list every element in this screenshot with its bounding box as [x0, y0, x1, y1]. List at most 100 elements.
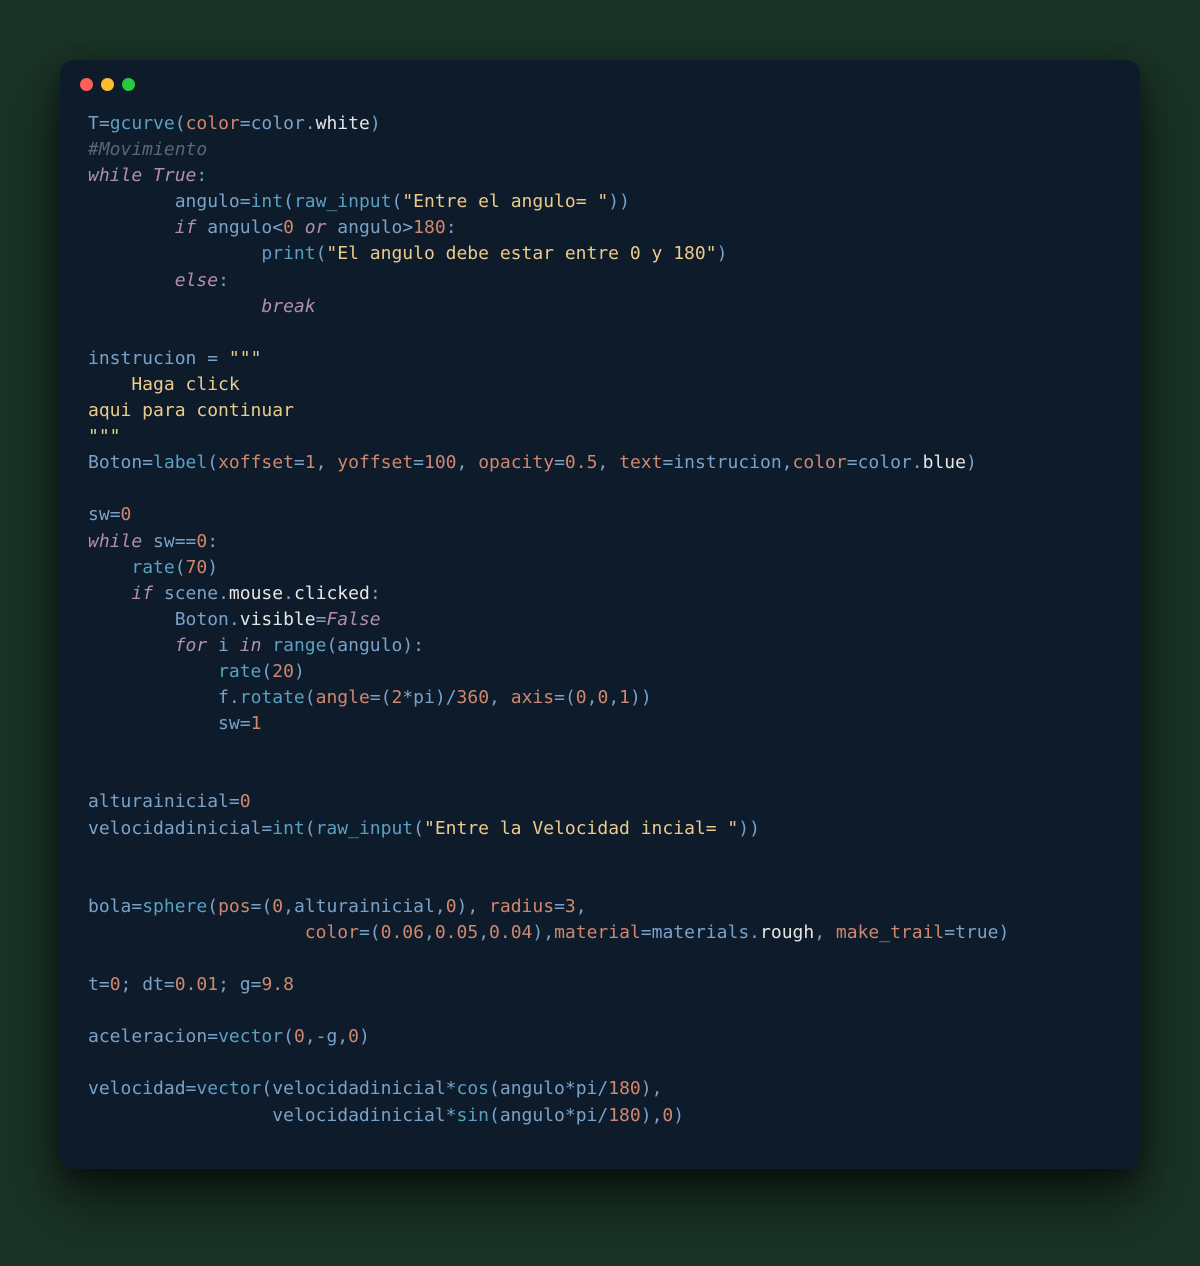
code-token: . — [305, 113, 316, 134]
code-token: 0.06 — [381, 922, 424, 943]
code-token: raw_input — [316, 818, 414, 839]
code-token: . — [283, 583, 294, 604]
code-token: """ — [229, 348, 262, 369]
code-token: color — [793, 452, 847, 473]
code-token: color — [858, 452, 912, 473]
code-token: : — [207, 531, 218, 552]
code-token: 0 — [294, 1026, 305, 1047]
code-token: )) — [608, 191, 630, 212]
code-token: print — [261, 243, 315, 264]
maximize-icon[interactable] — [122, 78, 135, 91]
code-token: angle — [316, 687, 370, 708]
code-token: color — [186, 113, 240, 134]
code-token: pi — [576, 1105, 598, 1126]
code-token: for — [175, 635, 208, 656]
code-token: if — [131, 583, 153, 604]
code-token: angulo — [326, 217, 402, 238]
code-token: ( — [316, 243, 327, 264]
code-token: while — [88, 165, 142, 186]
code-token: (angulo): — [326, 635, 424, 656]
code-token: 0 — [196, 531, 207, 552]
code-token: if — [175, 217, 197, 238]
code-token: * — [446, 1105, 457, 1126]
code-token: ( — [305, 818, 316, 839]
code-token: = — [554, 452, 565, 473]
code-token: cos — [457, 1078, 490, 1099]
code-token: t — [88, 974, 99, 995]
code-token: 0.04 — [489, 922, 532, 943]
code-token: = — [240, 191, 251, 212]
code-token: Haga click — [88, 374, 240, 395]
close-icon[interactable] — [80, 78, 93, 91]
code-token: 0 — [283, 217, 294, 238]
code-token: angulo — [175, 191, 240, 212]
code-token: False — [326, 609, 380, 630]
code-token: 0 — [240, 791, 251, 812]
code-token: == — [175, 531, 197, 552]
code-token: pi — [576, 1078, 598, 1099]
code-token: velocidadinicial — [88, 818, 261, 839]
code-token: . — [229, 687, 240, 708]
code-token: Boton — [175, 609, 229, 630]
code-token: ( — [370, 922, 381, 943]
code-token — [261, 635, 272, 656]
code-token: ), — [532, 922, 554, 943]
code-token: gcurve — [110, 113, 175, 134]
code-token: ) — [359, 1026, 370, 1047]
code-token: 2 — [391, 687, 402, 708]
code-token: rough — [760, 922, 814, 943]
code-token: ( — [175, 557, 186, 578]
code-token: * — [565, 1078, 576, 1099]
code-token: bola — [88, 896, 131, 917]
code-token: Boton — [88, 452, 142, 473]
code-token: 0.05 — [435, 922, 478, 943]
code-token: sin — [456, 1105, 489, 1126]
code-token: sw — [88, 504, 110, 525]
code-token: material — [554, 922, 641, 943]
code-token: sphere — [142, 896, 207, 917]
code-token: )) — [738, 818, 760, 839]
code-token: : — [196, 165, 207, 186]
code-token: . — [749, 922, 760, 943]
code-token: angulo — [196, 217, 272, 238]
code-indent — [88, 583, 131, 604]
code-token: = — [359, 922, 370, 943]
minimize-icon[interactable] — [101, 78, 114, 91]
code-token: , — [424, 922, 435, 943]
code-token: radius — [489, 896, 554, 917]
code-token: = — [207, 348, 218, 369]
code-token: = — [164, 974, 175, 995]
code-indent — [88, 270, 175, 291]
code-token: = — [240, 713, 251, 734]
code-token: velocidad — [88, 1078, 186, 1099]
code-token: rate — [218, 661, 261, 682]
code-token: color — [305, 922, 359, 943]
code-indent — [88, 243, 261, 264]
code-token: ( — [175, 113, 186, 134]
code-token: = — [99, 113, 110, 134]
code-token: ( — [381, 687, 392, 708]
code-token: = — [186, 1078, 197, 1099]
code-token: )) — [630, 687, 652, 708]
window-titlebar — [60, 60, 1140, 99]
code-token: ,alturainicial, — [283, 896, 446, 917]
code-indent — [88, 609, 175, 630]
code-token: 3 — [565, 896, 576, 917]
code-token: 1 — [251, 713, 262, 734]
code-token: 9.8 — [261, 974, 294, 995]
code-token — [142, 165, 153, 186]
code-token — [294, 217, 305, 238]
code-token: , — [576, 896, 587, 917]
code-token: ( — [305, 687, 316, 708]
code-token: > — [402, 217, 413, 238]
code-token: else — [175, 270, 218, 291]
code-token: 0 — [272, 896, 283, 917]
code-token: ) — [717, 243, 728, 264]
code-token: = — [131, 896, 142, 917]
code-token: text — [619, 452, 662, 473]
code-token: ; g — [218, 974, 251, 995]
code-indent — [88, 687, 218, 708]
code-indent — [88, 217, 175, 238]
code-token: instrucion, — [673, 452, 792, 473]
code-token: : — [446, 217, 457, 238]
